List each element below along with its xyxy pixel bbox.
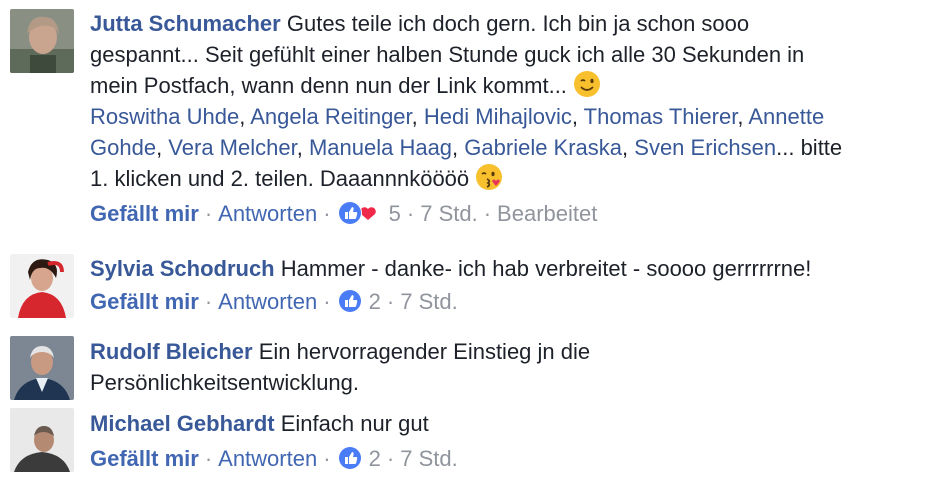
- like-button[interactable]: Gefällt mir: [90, 446, 199, 471]
- author-name[interactable]: Jutta Schumacher: [90, 11, 281, 36]
- comment-text: Sylvia Schodruch Hammer - danke- ich hab…: [90, 253, 920, 284]
- comment-line: 1. klicken und 2. teilen. Daaannnköööö: [90, 166, 470, 191]
- author-name[interactable]: Rudolf Bleicher: [90, 339, 253, 364]
- reply-button[interactable]: Antworten: [218, 446, 317, 471]
- timestamp[interactable]: 7 Std.: [400, 446, 457, 471]
- kiss-emoji-icon: [476, 164, 503, 190]
- wink-emoji-icon: [574, 71, 601, 97]
- comment-text: Jutta Schumacher Gutes teile ich doch ge…: [90, 11, 843, 191]
- author-name[interactable]: Michael Gebhardt: [90, 411, 275, 436]
- comment-text: Michael Gebhardt Einfach nur gut: [90, 408, 920, 439]
- edited-label: Bearbeitet: [497, 201, 598, 226]
- comment-line: Hammer - danke- ich hab verbreitet - soo…: [280, 256, 812, 281]
- reply-button[interactable]: Antworten: [218, 289, 317, 314]
- comment-actions: Gefällt mir · Antworten · 2 · 7 Std.: [90, 288, 458, 314]
- tagged-user[interactable]: Vera Melcher: [168, 135, 296, 160]
- timestamp[interactable]: 7 Std.: [420, 201, 477, 226]
- reaction-count[interactable]: 2: [369, 289, 381, 314]
- avatar[interactable]: [10, 408, 74, 472]
- tagged-user[interactable]: Gohde: [90, 135, 156, 160]
- avatar[interactable]: [10, 336, 74, 400]
- like-button[interactable]: Gefällt mir: [90, 289, 199, 314]
- comment-actions: Gefällt mir · Antworten · 5 · 7 Std. · Bearbeit…: [90, 200, 598, 226]
- tagged-user[interactable]: Angela Reitinger: [250, 104, 411, 129]
- avatar[interactable]: [10, 9, 74, 73]
- tagged-user[interactable]: Thomas Thierer: [584, 104, 738, 129]
- comment-line: Gutes teile ich doch gern. Ich bin ja sc…: [286, 11, 750, 36]
- avatar[interactable]: [10, 254, 74, 318]
- like-reaction-icon[interactable]: [337, 288, 363, 314]
- tagged-user[interactable]: Annette: [748, 104, 824, 129]
- tagged-user[interactable]: Gabriele Kraska: [464, 135, 622, 160]
- comment-line: Persönlichkeitsentwicklung.: [90, 370, 360, 395]
- author-name[interactable]: Sylvia Schodruch: [90, 256, 275, 281]
- comment-line: Einfach nur gut: [280, 411, 429, 436]
- reactions[interactable]: [337, 200, 383, 226]
- tagged-user[interactable]: Roswitha Uhde: [90, 104, 239, 129]
- timestamp[interactable]: 7 Std.: [400, 289, 457, 314]
- comment-line: mein Postfach, wann denn nun der Link ko…: [90, 73, 567, 98]
- comment-line: ... bitte: [776, 135, 843, 160]
- like-button[interactable]: Gefällt mir: [90, 201, 199, 226]
- reaction-count[interactable]: 2: [369, 446, 381, 471]
- comment-line: gespannt... Seit gefühlt einer halben St…: [90, 42, 805, 67]
- tagged-user[interactable]: Hedi Mihajlovic: [424, 104, 572, 129]
- comment-line: Ein hervorragender Einstieg jn die: [258, 339, 591, 364]
- reply-button[interactable]: Antworten: [218, 201, 317, 226]
- tagged-user[interactable]: Manuela Haag: [309, 135, 452, 160]
- like-reaction-icon[interactable]: [337, 445, 363, 471]
- comment-actions: Gefällt mir · Antworten · 2 · 7 Std.: [90, 445, 458, 471]
- reaction-count[interactable]: 5: [389, 201, 401, 226]
- tagged-user[interactable]: Sven Erichsen: [634, 135, 776, 160]
- comment-text: Rudolf Bleicher Ein hervorragender Einst…: [90, 336, 920, 398]
